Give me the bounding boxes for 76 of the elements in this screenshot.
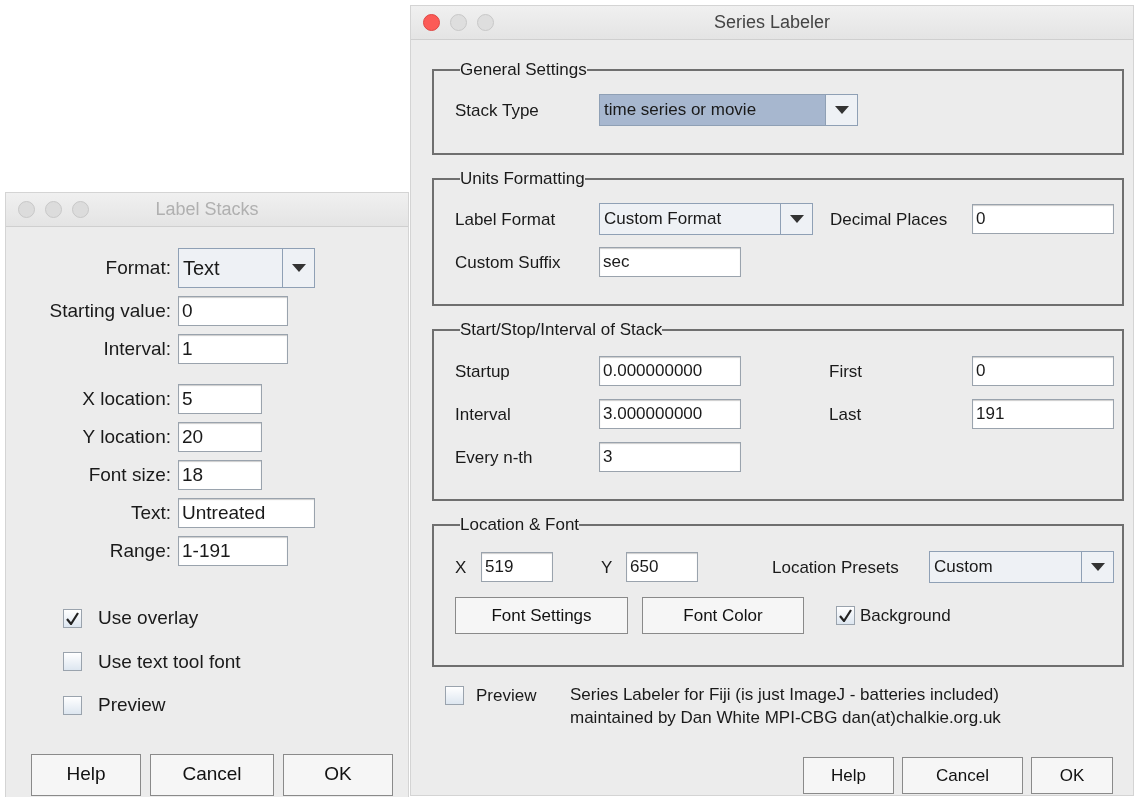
field-label: Font size: — [87, 462, 171, 487]
close-button[interactable] — [423, 14, 440, 31]
group-title: General Settings — [460, 60, 587, 81]
field-label: Interval: — [102, 336, 171, 361]
input-field[interactable]: 3 — [599, 442, 741, 473]
dialog-button[interactable]: Help — [803, 757, 894, 794]
dialog-button[interactable]: Font Color — [642, 597, 804, 635]
field-label: Range: — [108, 538, 171, 563]
dropdown[interactable]: time series or movie — [599, 94, 858, 127]
input-field[interactable]: Untreated — [178, 498, 315, 528]
caret-icon — [834, 106, 849, 115]
dialog-button[interactable]: OK — [283, 753, 393, 796]
checkbox-label: Use text tool font — [98, 649, 241, 674]
caret-icon — [291, 264, 306, 272]
credit-text: maintained by Dan White MPI-CBG dan(at)chalkie.org.uk — [570, 707, 1001, 729]
field-label: Starting value: — [48, 298, 171, 323]
field-label: Interval — [455, 403, 512, 426]
input-field[interactable]: 0 — [972, 356, 1114, 387]
caret-icon — [1090, 563, 1105, 572]
credit-text: Series Labeler for Fiji (is just ImageJ - batteries included) — [570, 684, 1000, 706]
checkbox[interactable] — [63, 608, 82, 628]
checkbox-label: Use overlay — [98, 606, 199, 630]
checkbox[interactable] — [836, 606, 855, 626]
input-field[interactable]: 1 — [178, 334, 288, 364]
checkbox-label: Preview — [476, 685, 538, 707]
group-title: Units Formatting — [460, 169, 585, 190]
field-label: Location Presets — [772, 556, 900, 579]
checkbox[interactable] — [63, 652, 82, 672]
dialog-button[interactable]: OK — [1031, 757, 1113, 794]
dropdown[interactable]: Text — [178, 248, 315, 288]
dialog-button[interactable]: Cancel — [902, 757, 1023, 794]
field-label: Format: — [104, 255, 171, 280]
window-title: Label Stacks — [155, 199, 259, 219]
input-field[interactable]: sec — [599, 247, 741, 278]
field-label: First — [829, 360, 864, 383]
input-field[interactable]: 0 — [972, 204, 1114, 235]
input-field[interactable]: 5 — [178, 384, 262, 414]
zoom-button[interactable] — [477, 14, 494, 31]
checkbox-label: Background — [860, 605, 951, 628]
input-field[interactable]: 3.000000000 — [599, 399, 741, 430]
minimize-button[interactable] — [45, 201, 62, 218]
dialog-button[interactable]: Cancel — [150, 753, 274, 796]
field-label: Startup — [455, 360, 511, 383]
dialog-button[interactable]: Font Settings — [455, 597, 628, 635]
checkbox[interactable] — [445, 686, 464, 705]
input-field[interactable]: 0.000000000 — [599, 356, 741, 387]
zoom-button[interactable] — [72, 201, 89, 218]
dialog-button[interactable]: Help — [31, 753, 141, 796]
field-label: X location: — [81, 386, 171, 411]
group-title: Location & Font — [460, 515, 580, 536]
window-title: Series Labeler — [713, 12, 831, 32]
field-label: Label Format — [455, 208, 557, 231]
minimize-button[interactable] — [450, 14, 467, 31]
input-field[interactable]: 1-191 — [178, 536, 288, 566]
field-label: X — [455, 556, 468, 579]
checkbox-label: Preview — [98, 693, 166, 717]
dropdown[interactable]: Custom — [929, 551, 1114, 584]
checkbox[interactable] — [63, 695, 82, 715]
input-field[interactable]: 0 — [178, 296, 288, 326]
field-label: Decimal Places — [830, 208, 949, 231]
input-field[interactable]: 191 — [972, 399, 1114, 430]
input-field[interactable]: 18 — [178, 460, 262, 490]
input-field[interactable]: 20 — [178, 422, 262, 452]
field-label: Last — [829, 403, 863, 426]
input-field[interactable]: 519 — [481, 552, 553, 583]
field-label: Y location: — [81, 424, 171, 449]
close-button[interactable] — [18, 201, 35, 218]
input-field[interactable]: 650 — [626, 552, 698, 583]
field-label: Every n-th — [455, 446, 534, 469]
dropdown[interactable]: Custom Format — [599, 203, 813, 236]
caret-icon — [789, 215, 804, 224]
field-label: Custom Suffix — [455, 251, 562, 274]
field-label: Y — [601, 556, 614, 579]
group-title: Start/Stop/Interval of Stack — [460, 320, 663, 341]
field-label: Text: — [129, 500, 171, 525]
field-label: Stack Type — [455, 99, 540, 122]
